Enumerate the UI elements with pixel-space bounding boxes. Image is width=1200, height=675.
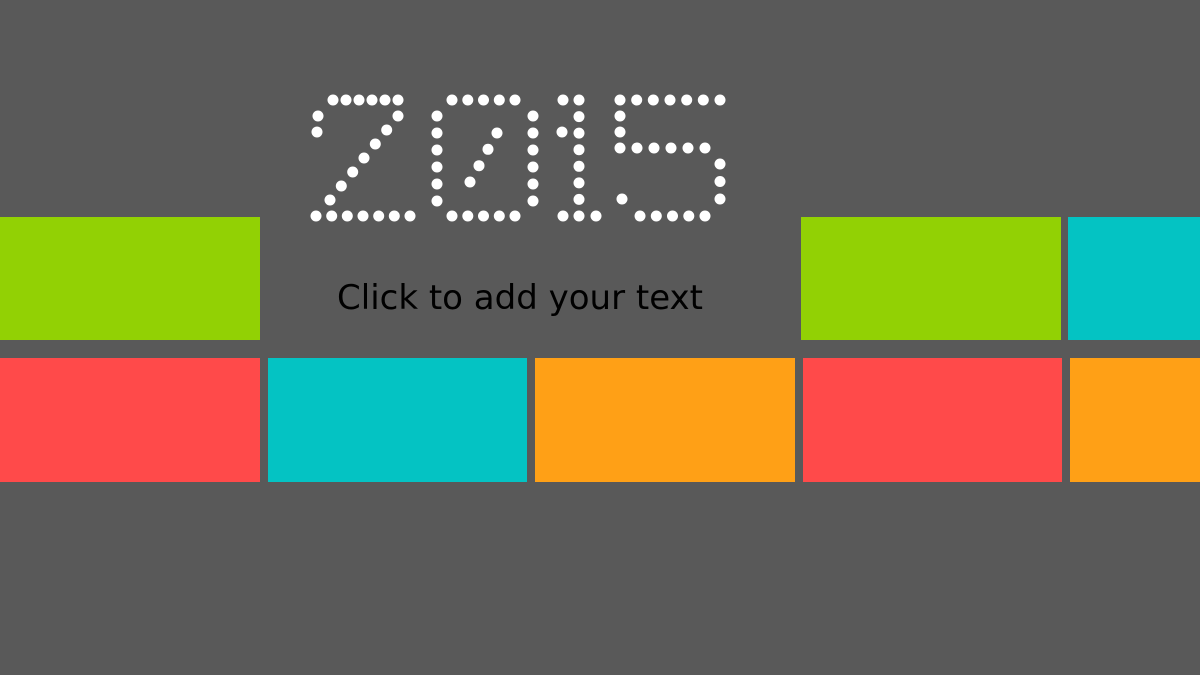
- tile-green-2: [801, 217, 1061, 340]
- matrix-dot: [573, 177, 585, 189]
- matrix-dot: [379, 94, 391, 106]
- matrix-dot: [527, 144, 539, 156]
- matrix-dot: [683, 210, 695, 222]
- matrix-dot: [682, 142, 694, 154]
- matrix-dot: [482, 143, 494, 155]
- matrix-dot: [573, 94, 585, 106]
- matrix-dot: [614, 142, 626, 154]
- matrix-dot: [491, 127, 503, 139]
- matrix-dot: [324, 194, 336, 206]
- presentation-slide: Click to add your text: [0, 0, 1200, 675]
- matrix-dot: [431, 178, 443, 190]
- matrix-dot: [431, 110, 443, 122]
- matrix-dot: [509, 94, 521, 106]
- matrix-dot: [311, 126, 323, 138]
- matrix-dot: [392, 110, 404, 122]
- matrix-dot: [326, 210, 338, 222]
- matrix-dot: [392, 94, 404, 106]
- matrix-dot: [527, 161, 539, 173]
- matrix-dot: [366, 94, 378, 106]
- digit-one: [556, 94, 602, 222]
- matrix-dot: [340, 94, 352, 106]
- digit-zero: [431, 94, 539, 222]
- matrix-dot: [347, 166, 359, 178]
- matrix-dot: [446, 210, 458, 222]
- matrix-dot: [431, 195, 443, 207]
- matrix-dot: [341, 210, 353, 222]
- matrix-dot: [478, 210, 489, 222]
- matrix-dot: [648, 142, 660, 154]
- matrix-dot: [493, 94, 505, 106]
- matrix-dot: [310, 210, 322, 222]
- matrix-dot: [527, 110, 539, 122]
- matrix-dot: [373, 210, 385, 222]
- matrix-dot: [714, 193, 726, 205]
- matrix-dot: [614, 94, 626, 106]
- matrix-dot: [431, 144, 443, 156]
- matrix-dot: [699, 142, 711, 154]
- matrix-dot: [446, 94, 458, 106]
- matrix-dot: [697, 94, 709, 106]
- matrix-dot: [614, 126, 626, 138]
- subtitle-placeholder[interactable]: Click to add your text: [300, 274, 740, 322]
- matrix-dot: [631, 94, 643, 106]
- matrix-dot: [493, 210, 505, 222]
- matrix-dot: [464, 176, 476, 188]
- digit-two: [310, 94, 416, 222]
- matrix-dot: [404, 210, 416, 222]
- matrix-dot: [527, 195, 539, 207]
- matrix-dot: [527, 178, 539, 190]
- matrix-dot: [388, 210, 400, 222]
- matrix-dot: [473, 160, 485, 172]
- matrix-dot: [714, 176, 726, 187]
- matrix-dot: [357, 210, 369, 222]
- matrix-dot: [647, 94, 659, 106]
- matrix-dot: [557, 210, 569, 222]
- tile-red-2: [803, 358, 1062, 482]
- matrix-dot: [431, 127, 443, 139]
- matrix-dot: [573, 193, 585, 205]
- matrix-dot: [462, 94, 474, 106]
- matrix-dot: [714, 158, 726, 170]
- matrix-dot: [699, 210, 711, 222]
- matrix-dot: [509, 210, 521, 222]
- matrix-dot: [573, 111, 585, 123]
- matrix-dot: [462, 210, 474, 222]
- tile-teal-2: [268, 358, 527, 482]
- matrix-dot: [714, 94, 726, 106]
- tile-orange-2: [1070, 358, 1200, 482]
- matrix-dot: [353, 94, 365, 106]
- matrix-dot: [573, 144, 585, 156]
- matrix-dot: [665, 142, 677, 154]
- matrix-dot: [527, 127, 539, 139]
- tile-red-1: [0, 358, 260, 482]
- matrix-dot: [634, 210, 646, 222]
- matrix-dot: [478, 94, 489, 106]
- matrix-dot: [369, 138, 381, 150]
- matrix-dot: [358, 152, 370, 164]
- matrix-dot: [312, 110, 324, 122]
- matrix-dot: [664, 94, 676, 106]
- matrix-dot: [557, 94, 569, 106]
- digit-five: [614, 94, 726, 222]
- matrix-dot: [616, 193, 628, 205]
- matrix-dot: [335, 180, 347, 192]
- matrix-dot: [556, 126, 568, 138]
- matrix-dot: [381, 124, 393, 136]
- matrix-dot: [590, 210, 602, 222]
- matrix-dot: [631, 142, 643, 154]
- matrix-dot: [614, 110, 626, 122]
- matrix-dot: [681, 94, 693, 106]
- matrix-dot: [573, 127, 585, 139]
- matrix-dot: [573, 210, 585, 222]
- matrix-dot: [431, 161, 443, 173]
- tile-orange-1: [535, 358, 795, 482]
- tile-green-1: [0, 217, 260, 340]
- matrix-dot: [573, 160, 585, 172]
- tile-teal-1: [1068, 217, 1200, 340]
- matrix-dot: [667, 210, 678, 222]
- matrix-dot: [650, 210, 662, 222]
- matrix-dot: [327, 94, 339, 106]
